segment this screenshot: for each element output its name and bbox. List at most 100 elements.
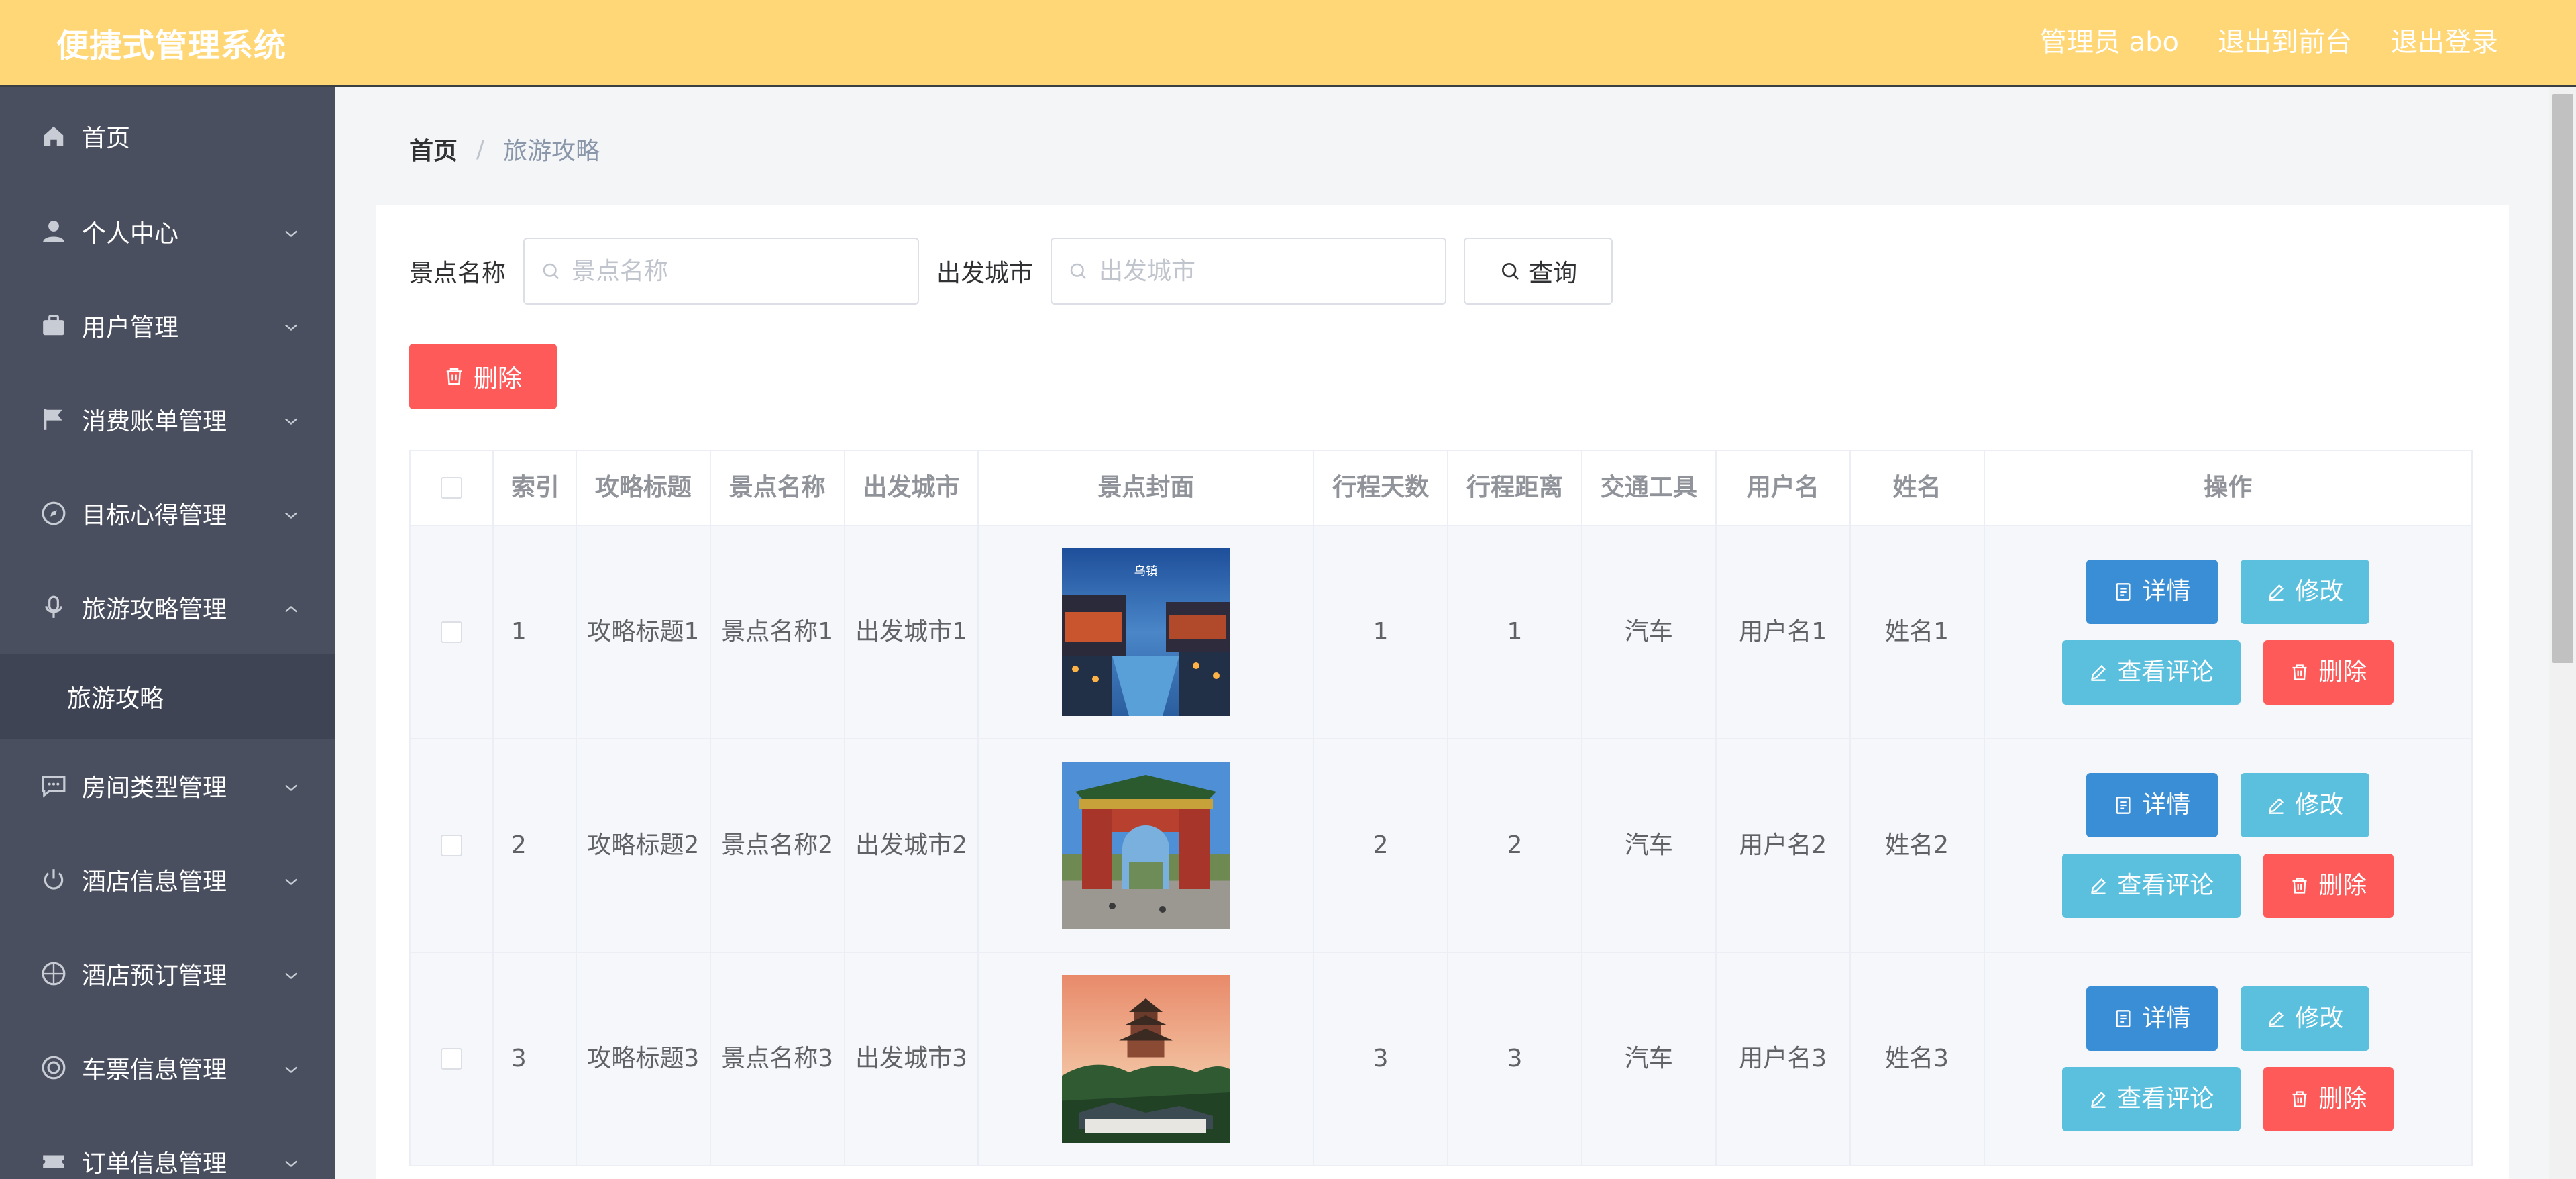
top-header: 便捷式管理系统 管理员 abo 退出到前台 退出登录 (0, 0, 2576, 87)
breadcrumb: 首页 / 旅游攻略 (409, 132, 600, 166)
admin-user-link[interactable]: 管理员 abo (2040, 20, 2179, 59)
sidebar-subitem-label: 旅游攻略 (67, 685, 164, 713)
scenic-name-cell: 景点名称1 (710, 526, 845, 739)
exit-to-frontend-link[interactable]: 退出到前台 (2218, 20, 2352, 59)
actions-cell: 详情 修改 查看评论 删除 (1984, 739, 2473, 953)
header-links: 管理员 abo 退出到前台 退出登录 (2040, 20, 2498, 59)
compass-icon (40, 500, 67, 527)
cover-cell: 乌镇 (979, 526, 1315, 739)
row-checkbox[interactable] (440, 835, 462, 856)
travel-guide-table: 索引 攻略标题 景点名称 出发城市 景点封面 行程天数 行程距离 交通工具 用户… (409, 450, 2473, 1166)
departure-city-input[interactable] (1099, 257, 1435, 285)
user-icon (40, 218, 67, 245)
svg-text:乌镇: 乌镇 (1134, 565, 1158, 578)
pencil-icon (2091, 1092, 2106, 1108)
trip-distance-cell: 1 (1448, 526, 1582, 739)
table-header-row: 索引 攻略标题 景点名称 出发城市 景点封面 行程天数 行程距离 交通工具 用户… (411, 451, 2473, 526)
detail-button[interactable]: 详情 (2086, 773, 2218, 837)
pencil-icon (2091, 878, 2106, 894)
column-header: 操作 (1984, 451, 2473, 526)
app-title: 便捷式管理系统 (56, 27, 287, 64)
view-comments-button[interactable]: 查看评论 (2062, 640, 2241, 705)
delete-button[interactable]: 删除 (2263, 1067, 2394, 1131)
trash-icon (2292, 1091, 2307, 1107)
chevron-down-icon (282, 315, 302, 336)
actions-cell: 详情 修改 查看评论 删除 (1984, 526, 2473, 739)
sidebar-item-travel-guide-management[interactable]: 旅游攻略管理 (0, 560, 335, 654)
select-all-checkbox[interactable] (440, 477, 462, 499)
sidebar-item-goal-management[interactable]: 目标心得管理 (0, 466, 335, 560)
chevron-down-icon (282, 964, 302, 984)
view-comments-button[interactable]: 查看评论 (2062, 1067, 2241, 1131)
chevron-down-icon (282, 221, 302, 242)
edit-button[interactable]: 修改 (2241, 773, 2370, 837)
document-icon (2116, 797, 2131, 814)
index-cell: 3 (493, 953, 577, 1166)
breadcrumb-separator: / (476, 135, 485, 163)
logout-link[interactable]: 退出登录 (2391, 20, 2498, 59)
ring-icon (40, 1054, 67, 1081)
edit-button[interactable]: 修改 (2241, 560, 2370, 624)
search-icon (1070, 263, 1087, 280)
query-button-label: 查询 (1529, 260, 1578, 287)
sidebar-item-personal-center[interactable]: 个人中心 (0, 185, 335, 278)
actions-cell: 详情 修改 查看评论 删除 (1984, 953, 2473, 1166)
sidebar-item-bill-management[interactable]: 消费账单管理 (0, 372, 335, 466)
pencil-icon (2269, 1011, 2284, 1027)
view-comments-button[interactable]: 查看评论 (2062, 854, 2241, 918)
sidebar-item-hotel-info-management[interactable]: 酒店信息管理 (0, 833, 335, 927)
detail-button[interactable]: 详情 (2086, 560, 2218, 624)
search-bar: 景点名称 出发城市 查询 (409, 238, 1613, 305)
header-checkbox-cell (411, 451, 494, 526)
edit-button[interactable]: 修改 (2241, 986, 2370, 1051)
guide-title-cell: 攻略标题1 (576, 526, 711, 739)
sidebar-item-home[interactable]: 首页 (0, 87, 335, 185)
realname-cell: 姓名2 (1850, 739, 1985, 953)
sidebar-item-user-management[interactable]: 用户管理 (0, 278, 335, 372)
query-button[interactable]: 查询 (1464, 238, 1613, 305)
chevron-down-icon (282, 1151, 302, 1172)
sidebar-item-label: 消费账单管理 (82, 408, 227, 435)
batch-delete-button[interactable]: 删除 (409, 344, 557, 409)
sidebar-item-label: 首页 (82, 124, 131, 152)
view-comments-label: 查看评论 (2117, 1085, 2214, 1113)
chevron-down-icon (282, 1058, 302, 1078)
scenic-name-cell: 景点名称2 (710, 739, 845, 953)
trip-days-cell: 2 (1314, 739, 1449, 953)
sidebar-item-label: 房间类型管理 (82, 774, 227, 802)
pencil-icon (2269, 798, 2284, 814)
table-row: 1 攻略标题1 景点名称1 出发城市1 乌镇 1 1 汽车 用户名1 姓名1 详… (411, 526, 2473, 739)
scrollbar-thumb[interactable] (2552, 94, 2573, 663)
sidebar-item-hotel-booking-management[interactable]: 酒店预订管理 (0, 927, 335, 1021)
page-scrollbar[interactable] (2549, 87, 2576, 1179)
main-content: 首页 / 旅游攻略 景点名称 出发城市 查询 删除 (335, 87, 2549, 1179)
cover-image: 乌镇 (1062, 548, 1230, 716)
sidebar-item-ticket-info-management[interactable]: 车票信息管理 (0, 1021, 335, 1115)
trash-icon (446, 368, 462, 385)
edit-label: 修改 (2295, 1005, 2344, 1032)
trip-days-cell: 3 (1314, 953, 1449, 1166)
batch-delete-label: 删除 (473, 365, 522, 393)
departure-city-field[interactable] (1051, 238, 1447, 305)
detail-button[interactable]: 详情 (2086, 986, 2218, 1051)
guide-title-cell: 攻略标题3 (576, 953, 711, 1166)
trash-icon (2292, 878, 2307, 894)
view-comments-label: 查看评论 (2117, 872, 2214, 899)
departure-city-label: 出发城市 (936, 260, 1034, 287)
column-header: 索引 (493, 451, 577, 526)
sidebar-item-order-info-management[interactable]: 订单信息管理 (0, 1115, 335, 1179)
row-checkbox[interactable] (440, 1048, 462, 1070)
sidebar-item-room-type-management[interactable]: 房间类型管理 (0, 739, 335, 833)
username-cell: 用户名1 (1716, 526, 1851, 739)
username-cell: 用户名2 (1716, 739, 1851, 953)
row-checkbox[interactable] (440, 621, 462, 643)
column-header: 行程天数 (1314, 451, 1449, 526)
scenic-name-field[interactable] (523, 238, 920, 305)
scenic-name-input[interactable] (572, 257, 908, 285)
breadcrumb-home[interactable]: 首页 (409, 132, 458, 166)
delete-button[interactable]: 删除 (2263, 640, 2394, 705)
delete-button[interactable]: 删除 (2263, 854, 2394, 918)
sidebar-item-label: 酒店预订管理 (82, 962, 227, 990)
departure-city-cell: 出发城市2 (845, 739, 979, 953)
sidebar-subitem-travel-guide[interactable]: 旅游攻略 (0, 654, 335, 739)
